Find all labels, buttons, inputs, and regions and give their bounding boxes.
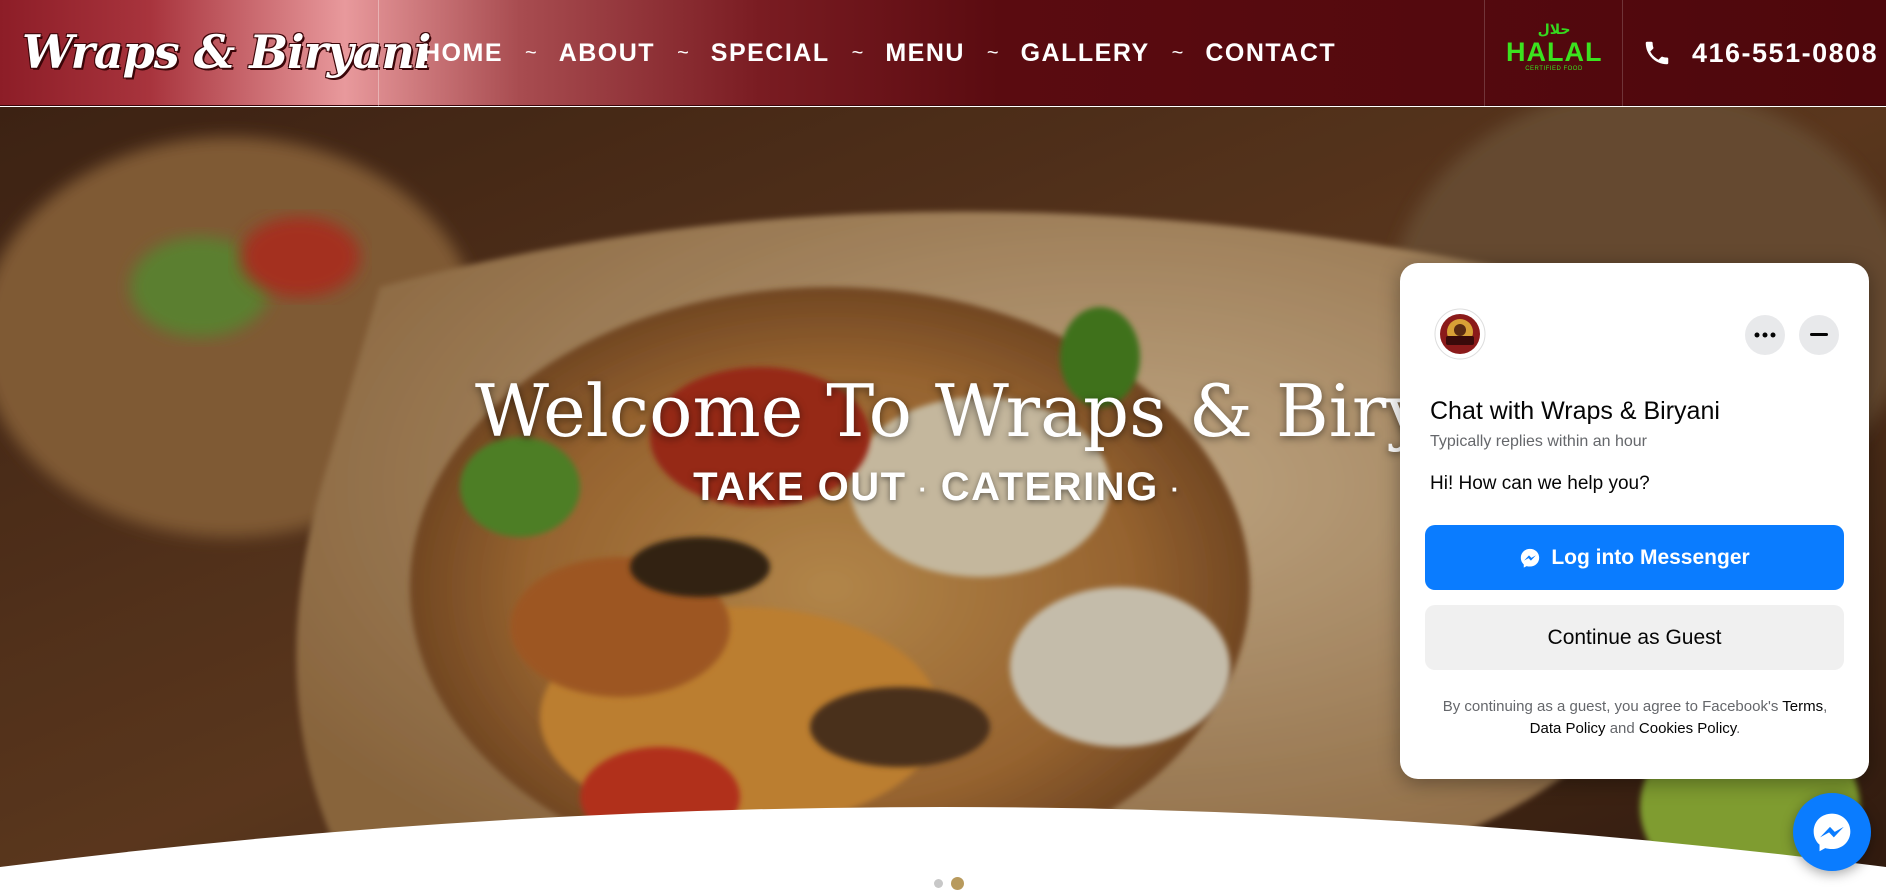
halal-arabic-text: حلال — [1537, 22, 1571, 38]
header-divider — [1484, 0, 1485, 106]
log-into-messenger-label: Log into Messenger — [1551, 545, 1750, 569]
messenger-icon — [1521, 548, 1540, 568]
slider-dot-1[interactable] — [934, 879, 943, 888]
halal-badge: حلال HALAL CERTIFIED FOOD — [1506, 22, 1602, 82]
slider-dot-2[interactable] — [951, 877, 964, 890]
hero-subtitle-catering: CATERING — [940, 465, 1159, 509]
legal-prefix: By continuing as a guest, you agree to F… — [1442, 698, 1779, 715]
messenger-chat-panel: Chat with Wraps & Biryani Typically repl… — [1400, 263, 1869, 779]
main-nav: HOME ~ ABOUT ~ SPECIAL ~ MENU ~ GALLERY … — [422, 0, 1336, 106]
nav-home[interactable]: HOME — [422, 39, 503, 68]
site-header: Wraps & Biryani HOME ~ ABOUT ~ SPECIAL ~… — [0, 0, 1886, 106]
messenger-launcher-button[interactable] — [1793, 793, 1871, 871]
nav-separator: ~ — [851, 41, 864, 64]
chat-greeting: Hi! How can we help you? — [1430, 473, 1650, 494]
logo-divider — [378, 0, 379, 106]
nav-separator: ~ — [677, 41, 689, 64]
header-divider — [1622, 0, 1623, 106]
messenger-icon — [1813, 813, 1851, 852]
halal-text: HALAL — [1506, 37, 1603, 67]
nav-contact[interactable]: CONTACT — [1205, 39, 1336, 68]
nav-separator: ~ — [986, 41, 999, 64]
nav-menu[interactable]: MENU — [885, 39, 965, 68]
phone-link[interactable]: 416-551-0808 — [1642, 0, 1878, 106]
site-logo[interactable]: Wraps & Biryani — [22, 14, 431, 90]
phone-number[interactable]: 416-551-0808 — [1692, 38, 1878, 69]
nav-gallery[interactable]: GALLERY — [1021, 39, 1150, 68]
minimize-icon — [1810, 333, 1828, 336]
cookies-policy-link[interactable]: Cookies Policy — [1639, 720, 1736, 737]
nav-special[interactable]: SPECIAL — [711, 39, 830, 68]
log-into-messenger-button[interactable]: Log into Messenger — [1425, 525, 1844, 590]
more-icon — [1754, 332, 1776, 338]
hero-subtitle-dot: · — [918, 473, 929, 504]
legal-and: and — [1609, 720, 1635, 737]
minimize-button[interactable] — [1799, 315, 1839, 355]
chat-title: Chat with Wraps & Biryani — [1430, 397, 1720, 425]
business-avatar — [1434, 308, 1486, 360]
chat-reply-time: Typically replies within an hour — [1430, 433, 1647, 450]
continue-as-guest-button[interactable]: Continue as Guest — [1425, 605, 1844, 670]
terms-link[interactable]: Terms — [1782, 698, 1823, 715]
more-options-button[interactable] — [1745, 315, 1785, 355]
data-policy-link[interactable]: Data Policy — [1530, 720, 1606, 737]
phone-icon — [1645, 41, 1669, 65]
nav-separator: ~ — [1171, 41, 1184, 64]
hero-title: Welcome To Wraps & Biryani — [475, 369, 1540, 453]
nav-separator: ~ — [525, 41, 537, 64]
nav-about[interactable]: ABOUT — [559, 39, 655, 68]
chat-legal-text: By continuing as a guest, you agree to F… — [1442, 698, 1828, 737]
slider-dots — [934, 877, 964, 890]
hero-subtitle-dot: · — [1170, 473, 1181, 504]
continue-as-guest-label: Continue as Guest — [1547, 625, 1722, 649]
hero-subtitle-takeout: TAKE OUT — [693, 465, 907, 509]
